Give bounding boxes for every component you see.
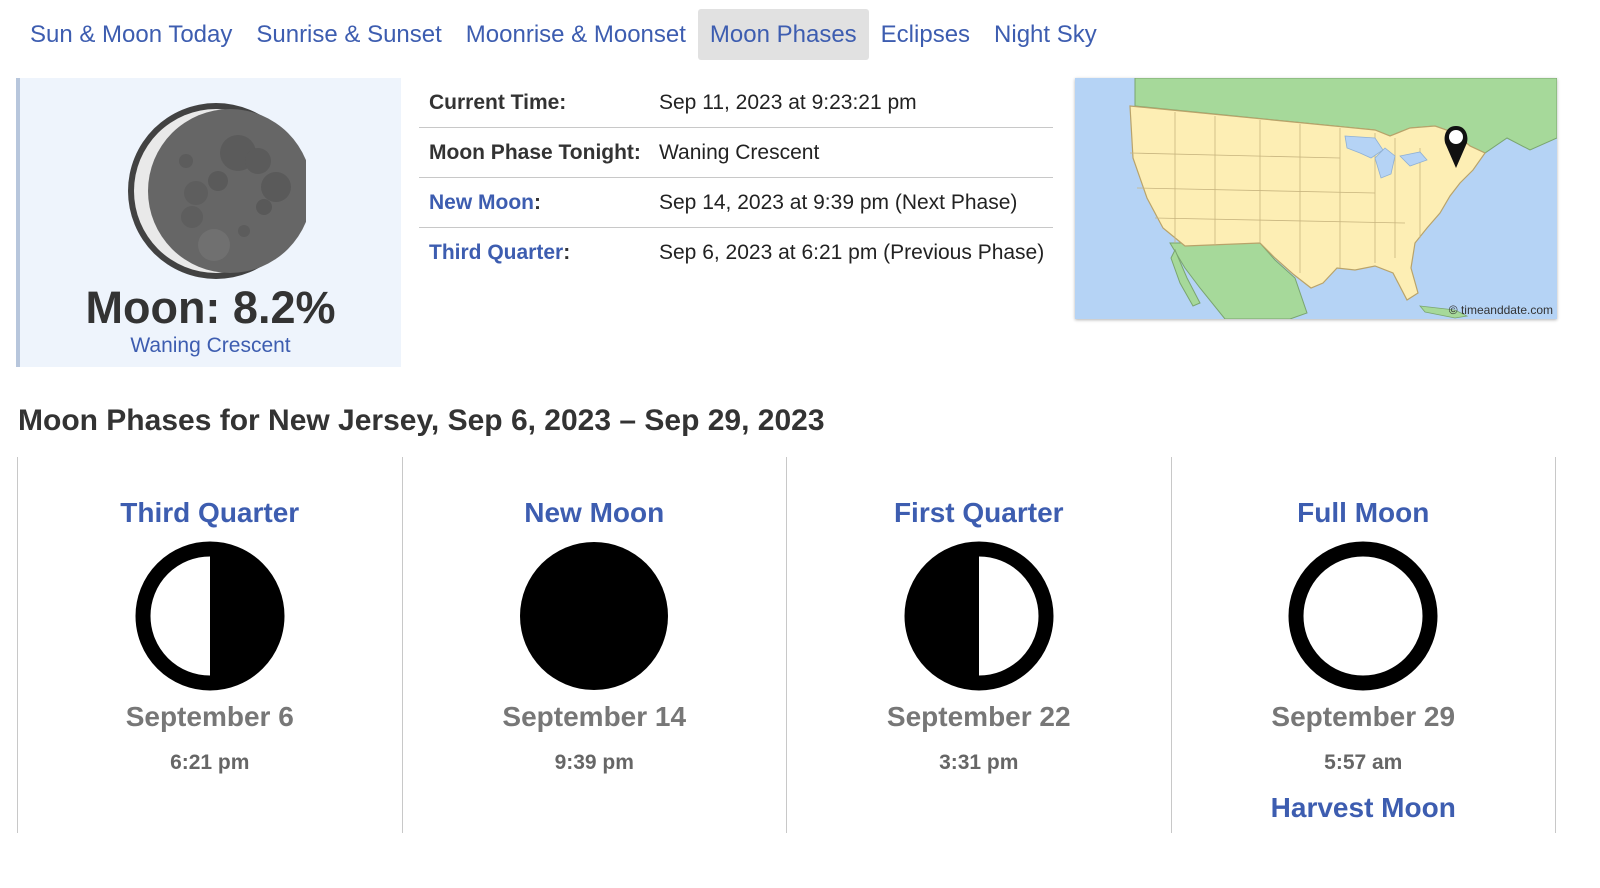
- previous-phase-value: Sep 6, 2023 at 6:21 pm (Previous Phase): [659, 240, 1045, 264]
- info-row-current-time: Current Time: Sep 11, 2023 at 9:23:21 pm: [419, 78, 1053, 128]
- next-phase-label: New Moon:: [429, 190, 541, 214]
- phase-card-third-quarter: Third Quarter September 6 6:21 pm: [17, 457, 402, 833]
- nav-night-sky[interactable]: Night Sky: [982, 9, 1109, 60]
- phase-tonight-link[interactable]: Waning Crescent: [659, 141, 819, 165]
- phase-name-link[interactable]: New Moon: [403, 497, 787, 529]
- third-quarter-icon: [135, 541, 285, 691]
- phase-card-new-moon: New Moon September 14 9:39 pm: [401, 457, 787, 833]
- moon-phase-link[interactable]: Waning Crescent: [20, 334, 401, 358]
- phase-date: September 22: [886, 701, 1071, 732]
- moon-summary-card: Moon: 8.2% Waning Crescent: [16, 78, 401, 367]
- moon-illumination: Moon: 8.2%: [85, 282, 336, 333]
- info-row-next-phase: New Moon: Sep 14, 2023 at 9:39 pm (Next …: [419, 178, 1053, 228]
- new-moon-icon: [520, 542, 669, 690]
- full-moon-icon: [1288, 541, 1438, 691]
- top-nav: Sun & Moon Today Sunrise & Sunset Moonri…: [18, 9, 1109, 60]
- info-row-phase-tonight: Moon Phase Tonight: Waning Crescent: [419, 128, 1053, 178]
- nav-moonrise-moonset[interactable]: Moonrise & Moonset: [454, 9, 698, 60]
- harvest-moon-link[interactable]: Harvest Moon: [1172, 792, 1556, 824]
- phase-time: 9:39 pm: [554, 751, 634, 774]
- moon-phases-list: Third Quarter September 6 6:21 pm New Mo…: [17, 457, 1556, 833]
- phase-time: 3:31 pm: [939, 751, 1019, 774]
- moon-phases-section-title: Moon Phases for New Jersey, Sep 6, 2023 …: [18, 404, 825, 437]
- phase-card-full-moon: Full Moon September 29 5:57 am Harvest M…: [1170, 457, 1556, 833]
- phase-date: September 14: [502, 701, 687, 732]
- nav-sun-moon-today[interactable]: Sun & Moon Today: [18, 9, 244, 60]
- next-phase-value: Sep 14, 2023 at 9:39 pm (Next Phase): [659, 190, 1018, 214]
- phase-name-link[interactable]: First Quarter: [787, 497, 1171, 529]
- info-row-previous-phase: Third Quarter: Sep 6, 2023 at 6:21 pm (P…: [419, 228, 1053, 277]
- phase-date: September 6: [125, 701, 294, 732]
- moon-info-table: Current Time: Sep 11, 2023 at 9:23:21 pm…: [419, 78, 1053, 277]
- map-credit[interactable]: © timeanddate.com: [1449, 303, 1553, 317]
- previous-phase-link[interactable]: Third Quarter: [429, 241, 563, 264]
- phase-date: September 29: [1271, 701, 1456, 732]
- north-america-map: [1129, 78, 1557, 319]
- phase-time: 6:21 pm: [170, 751, 250, 774]
- current-time-value: Sep 11, 2023 at 9:23:21 pm: [659, 90, 917, 114]
- next-phase-link[interactable]: New Moon: [429, 191, 534, 214]
- waning-crescent-moon-icon: [128, 103, 306, 279]
- location-map[interactable]: © timeanddate.com: [1075, 78, 1557, 319]
- current-time-label: Current Time:: [429, 90, 567, 114]
- phase-card-first-quarter: First Quarter September 22 3:31 pm: [786, 457, 1171, 833]
- nav-sunrise-sunset[interactable]: Sunrise & Sunset: [244, 9, 453, 60]
- nav-moon-phases[interactable]: Moon Phases: [697, 9, 869, 60]
- phase-name-link[interactable]: Full Moon: [1172, 497, 1556, 529]
- phase-name-link[interactable]: Third Quarter: [18, 497, 402, 529]
- phase-time: 5:57 am: [1324, 751, 1403, 774]
- previous-phase-label: Third Quarter:: [429, 240, 571, 264]
- phase-tonight-label: Moon Phase Tonight:: [429, 140, 641, 164]
- nav-eclipses[interactable]: Eclipses: [869, 9, 982, 60]
- first-quarter-icon: [904, 541, 1054, 691]
